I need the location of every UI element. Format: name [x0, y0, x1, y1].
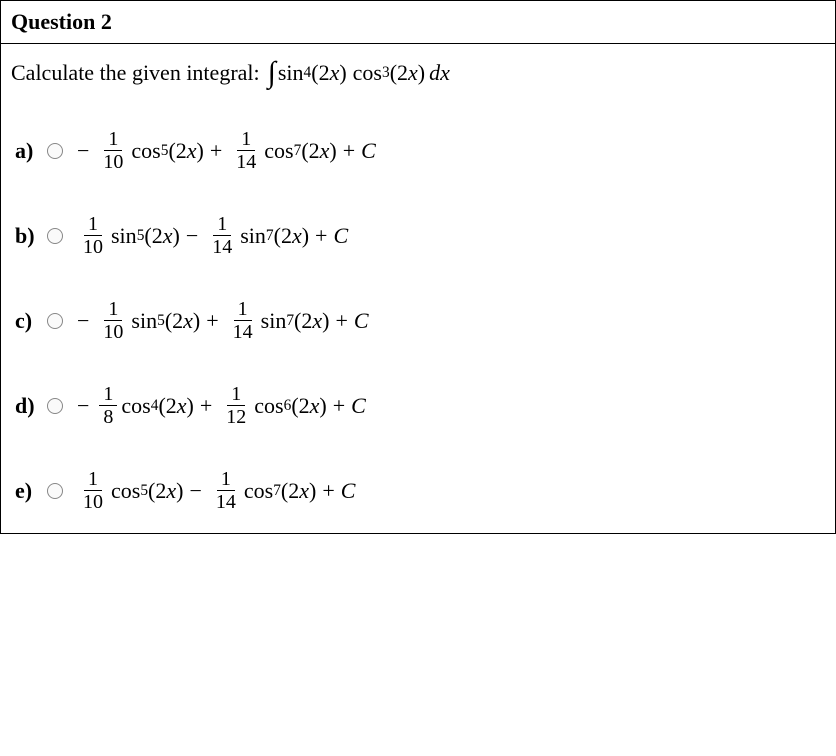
- leading-sign: −: [77, 393, 89, 419]
- integrand-arg1: (2x): [311, 60, 346, 86]
- integrand-arg2: (2x): [390, 60, 425, 86]
- dx: dx: [429, 60, 450, 86]
- fraction: 18: [99, 383, 117, 428]
- option-c-expression: − 110 sin5(2x) + 114 sin7(2x) + C: [75, 298, 369, 343]
- radio-d[interactable]: [47, 398, 63, 414]
- fraction: 114: [208, 213, 236, 258]
- option-label: a): [15, 138, 39, 164]
- fraction: 110: [79, 468, 107, 513]
- option-a: a) − 110 cos5(2x) + 114 cos7(2x) + C: [15, 128, 825, 173]
- fraction: 110: [79, 213, 107, 258]
- option-label: c): [15, 308, 39, 334]
- option-label: d): [15, 393, 39, 419]
- fraction: 114: [212, 468, 240, 513]
- fraction: 110: [99, 298, 127, 343]
- radio-a[interactable]: [47, 143, 63, 159]
- question-prompt: Calculate the given integral: ∫ sin4(2x)…: [11, 58, 825, 88]
- radio-b[interactable]: [47, 228, 63, 244]
- fraction: 114: [229, 298, 257, 343]
- question-number: Question 2: [11, 9, 112, 34]
- option-a-expression: − 110 cos5(2x) + 114 cos7(2x) + C: [75, 128, 376, 173]
- radio-c[interactable]: [47, 313, 63, 329]
- fraction: 110: [99, 128, 127, 173]
- integrand-fn2: cos: [353, 60, 382, 86]
- options-list: a) − 110 cos5(2x) + 114 cos7(2x) + C b) …: [11, 128, 825, 513]
- option-label: e): [15, 478, 39, 504]
- option-b: b) 110 sin5(2x) − 114 sin7(2x) + C: [15, 213, 825, 258]
- question-body: Calculate the given integral: ∫ sin4(2x)…: [0, 44, 836, 534]
- option-e-expression: 110 cos5(2x) − 114 cos7(2x) + C: [75, 468, 355, 513]
- question-header: Question 2: [0, 0, 836, 44]
- option-d: d) − 18 cos4(2x) + 112 cos6(2x) + C: [15, 383, 825, 428]
- integral-expression: ∫ sin4(2x) cos3(2x) dx: [268, 58, 450, 88]
- option-label: b): [15, 223, 39, 249]
- leading-sign: −: [77, 308, 89, 334]
- option-c: c) − 110 sin5(2x) + 114 sin7(2x) + C: [15, 298, 825, 343]
- option-e: e) 110 cos5(2x) − 114 cos7(2x) + C: [15, 468, 825, 513]
- radio-e[interactable]: [47, 483, 63, 499]
- fraction: 112: [222, 383, 250, 428]
- option-d-expression: − 18 cos4(2x) + 112 cos6(2x) + C: [75, 383, 366, 428]
- option-b-expression: 110 sin5(2x) − 114 sin7(2x) + C: [75, 213, 348, 258]
- fraction: 114: [232, 128, 260, 173]
- integrand-fn1: sin: [278, 60, 304, 86]
- leading-sign: −: [77, 138, 89, 164]
- integral-sign: ∫: [268, 58, 276, 88]
- prompt-text: Calculate the given integral:: [11, 60, 260, 86]
